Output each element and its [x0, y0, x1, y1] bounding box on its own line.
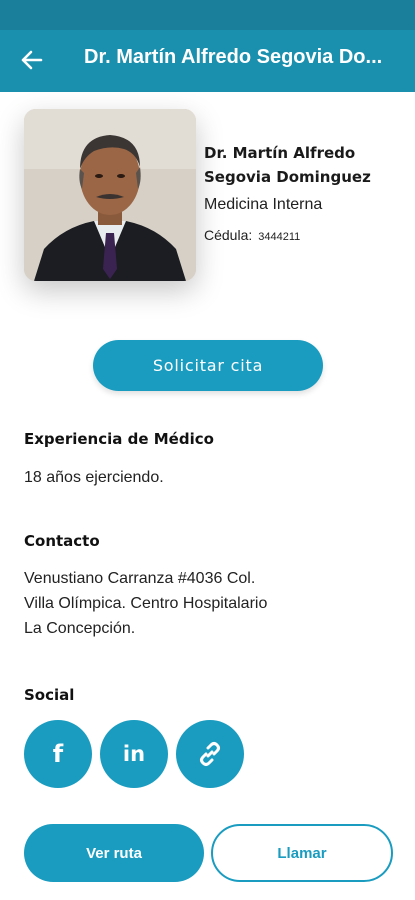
social-heading: Social: [24, 686, 75, 704]
contact-address: Venustiano Carranza #4036 Col. Villa Olí…: [24, 566, 354, 641]
arrow-left-icon: [21, 50, 43, 70]
doctor-name-line2: Segovia Dominguez: [204, 168, 371, 186]
doctor-name-line1: Dr. Martín Alfredo: [204, 144, 356, 162]
linkedin-button[interactable]: in: [100, 720, 168, 788]
doctor-specialty: Medicina Interna: [204, 196, 323, 213]
facebook-icon: f: [52, 740, 64, 768]
experience-heading: Experiencia de Médico: [24, 430, 214, 448]
contact-heading: Contacto: [24, 532, 100, 550]
cedula-value: 3444211: [258, 231, 301, 243]
view-route-button[interactable]: Ver ruta: [24, 824, 204, 882]
linkedin-icon: in: [122, 741, 146, 766]
contact-address-line3: La Concepción.: [24, 620, 136, 637]
doctor-name: Dr. Martín Alfredo Segovia Dominguez: [204, 141, 394, 189]
back-button[interactable]: [14, 42, 50, 78]
contact-address-line2: Villa Olímpica. Centro Hospitalario: [24, 595, 268, 612]
link-icon: [200, 742, 220, 766]
experience-text: 18 años ejerciendo.: [24, 469, 164, 486]
facebook-button[interactable]: f: [24, 720, 92, 788]
page-title: Dr. Martín Alfredo Segovia Do...: [84, 46, 383, 68]
cedula-label: Cédula:: [204, 227, 253, 243]
call-button[interactable]: Llamar: [211, 824, 393, 882]
doctor-photo: [24, 109, 196, 281]
doctor-cedula: Cédula: 3444211: [204, 227, 300, 243]
request-appointment-button[interactable]: Solicitar cita: [93, 340, 323, 391]
status-bar: [0, 0, 415, 30]
website-link-button[interactable]: [176, 720, 244, 788]
contact-address-line1: Venustiano Carranza #4036 Col.: [24, 570, 256, 587]
doctor-portrait-image: [24, 109, 196, 281]
